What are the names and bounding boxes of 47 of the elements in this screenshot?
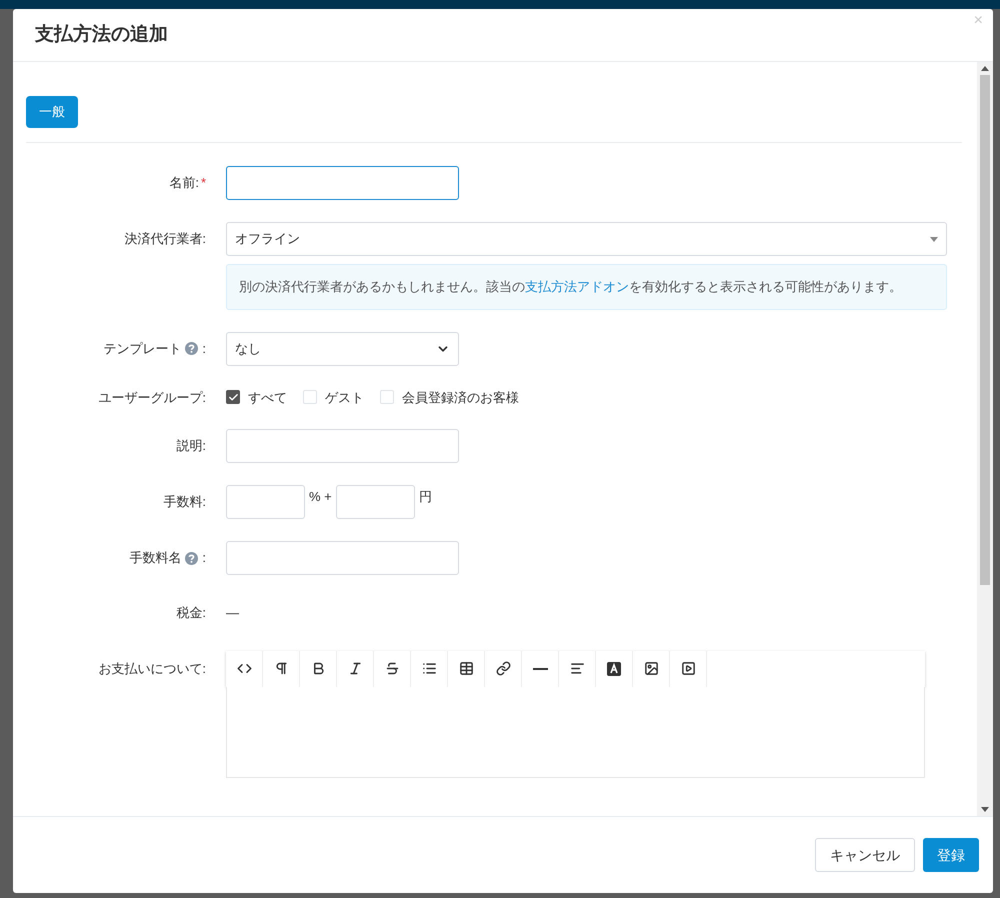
field-label: 税金: xyxy=(176,604,206,622)
field-label: 名前: xyxy=(169,174,199,192)
field-label: お支払いについて: xyxy=(98,660,206,678)
percent-unit: % + xyxy=(309,488,332,506)
addon-link[interactable]: 支払方法アドオン xyxy=(525,279,629,294)
scroll-down-icon[interactable] xyxy=(981,807,989,812)
field-label: 手数料名 xyxy=(129,549,182,568)
cancel-button[interactable]: キャンセル xyxy=(815,838,915,872)
field-label: 手数料: xyxy=(163,493,206,512)
amount-field[interactable] xyxy=(336,485,415,519)
checkbox[interactable] xyxy=(226,390,240,404)
field-label: 説明: xyxy=(176,437,206,456)
link-icon xyxy=(496,661,510,676)
dialog-title: 支払方法の追加 xyxy=(35,22,168,47)
percent-field[interactable] xyxy=(226,485,305,519)
tab[interactable]: 一般 xyxy=(26,96,78,128)
info-text: 別の決済代行業者があるかもしれません。該当の支払方法アドオンを有効化すると表示される可能性があります。 xyxy=(239,279,902,294)
paragraph-icon xyxy=(274,661,288,676)
text-color-icon xyxy=(607,662,621,676)
align-left-icon xyxy=(570,661,584,676)
caret-icon xyxy=(930,236,938,242)
select-field[interactable]: なし xyxy=(226,332,459,366)
checkbox-label: ゲスト xyxy=(325,388,364,406)
video-icon xyxy=(680,661,696,676)
yen-unit: 円 xyxy=(418,488,432,506)
strikethrough-icon xyxy=(384,661,400,676)
check-icon xyxy=(228,392,238,403)
text-field[interactable] xyxy=(226,166,459,200)
table-icon xyxy=(458,661,474,676)
horizontal-rule-icon xyxy=(532,668,548,670)
code-icon xyxy=(236,661,252,676)
scrollbar[interactable] xyxy=(977,62,993,816)
label-colon: : xyxy=(202,340,206,358)
checkbox-label: すべて xyxy=(248,388,287,406)
required-mark: * xyxy=(200,174,206,192)
tax-value: — xyxy=(226,604,239,622)
field-label: ユーザーグループ: xyxy=(98,388,206,406)
checkbox-label: 会員登録済のお客様 xyxy=(402,388,519,406)
submit-button[interactable]: 登録 xyxy=(923,838,979,872)
image-icon xyxy=(644,661,658,676)
field-label: 決済代行業者: xyxy=(124,230,206,248)
scroll-up-icon[interactable] xyxy=(981,66,989,71)
select-field[interactable]: オフライン xyxy=(226,222,947,256)
label-colon: : xyxy=(202,549,206,568)
italic-icon xyxy=(348,661,362,676)
list-icon xyxy=(422,661,436,676)
field-label: テンプレート xyxy=(103,340,182,358)
